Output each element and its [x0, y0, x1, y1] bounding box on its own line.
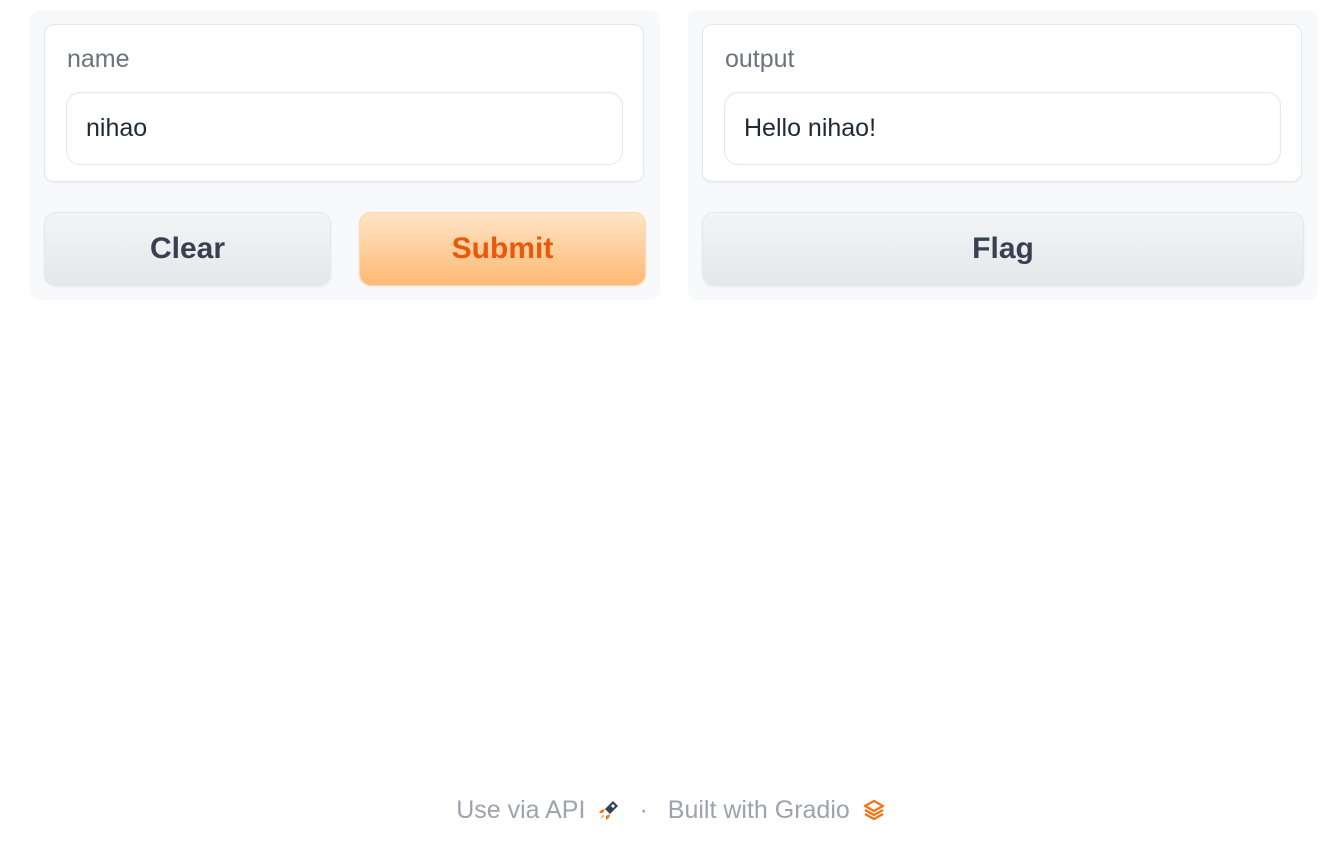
footer: Use via API · Built with Gradio: [0, 790, 1342, 830]
output-field-card: output Hello nihao!: [702, 24, 1302, 182]
use-via-api-link[interactable]: Use via API: [456, 796, 621, 825]
output-textbox[interactable]: Hello nihao!: [724, 92, 1281, 165]
clear-button[interactable]: Clear: [44, 212, 331, 286]
name-input[interactable]: [66, 92, 623, 165]
built-with-gradio-label: Built with Gradio: [667, 795, 850, 824]
output-label: output: [725, 45, 795, 73]
name-label: name: [67, 45, 130, 73]
output-panel: output Hello nihao! Flag: [688, 10, 1318, 300]
gradio-app: name Clear Submit output Hello nihao! Fl…: [0, 0, 1342, 852]
gradio-logo-icon: [862, 798, 886, 822]
use-via-api-label: Use via API: [456, 795, 586, 824]
flag-button[interactable]: Flag: [702, 212, 1304, 286]
input-panel: name Clear Submit: [30, 10, 660, 300]
submit-button[interactable]: Submit: [359, 212, 646, 286]
built-with-gradio-link[interactable]: Built with Gradio: [668, 796, 886, 825]
footer-separator: ·: [639, 795, 648, 824]
name-field-card: name: [44, 24, 644, 182]
rocket-icon: [597, 798, 621, 822]
